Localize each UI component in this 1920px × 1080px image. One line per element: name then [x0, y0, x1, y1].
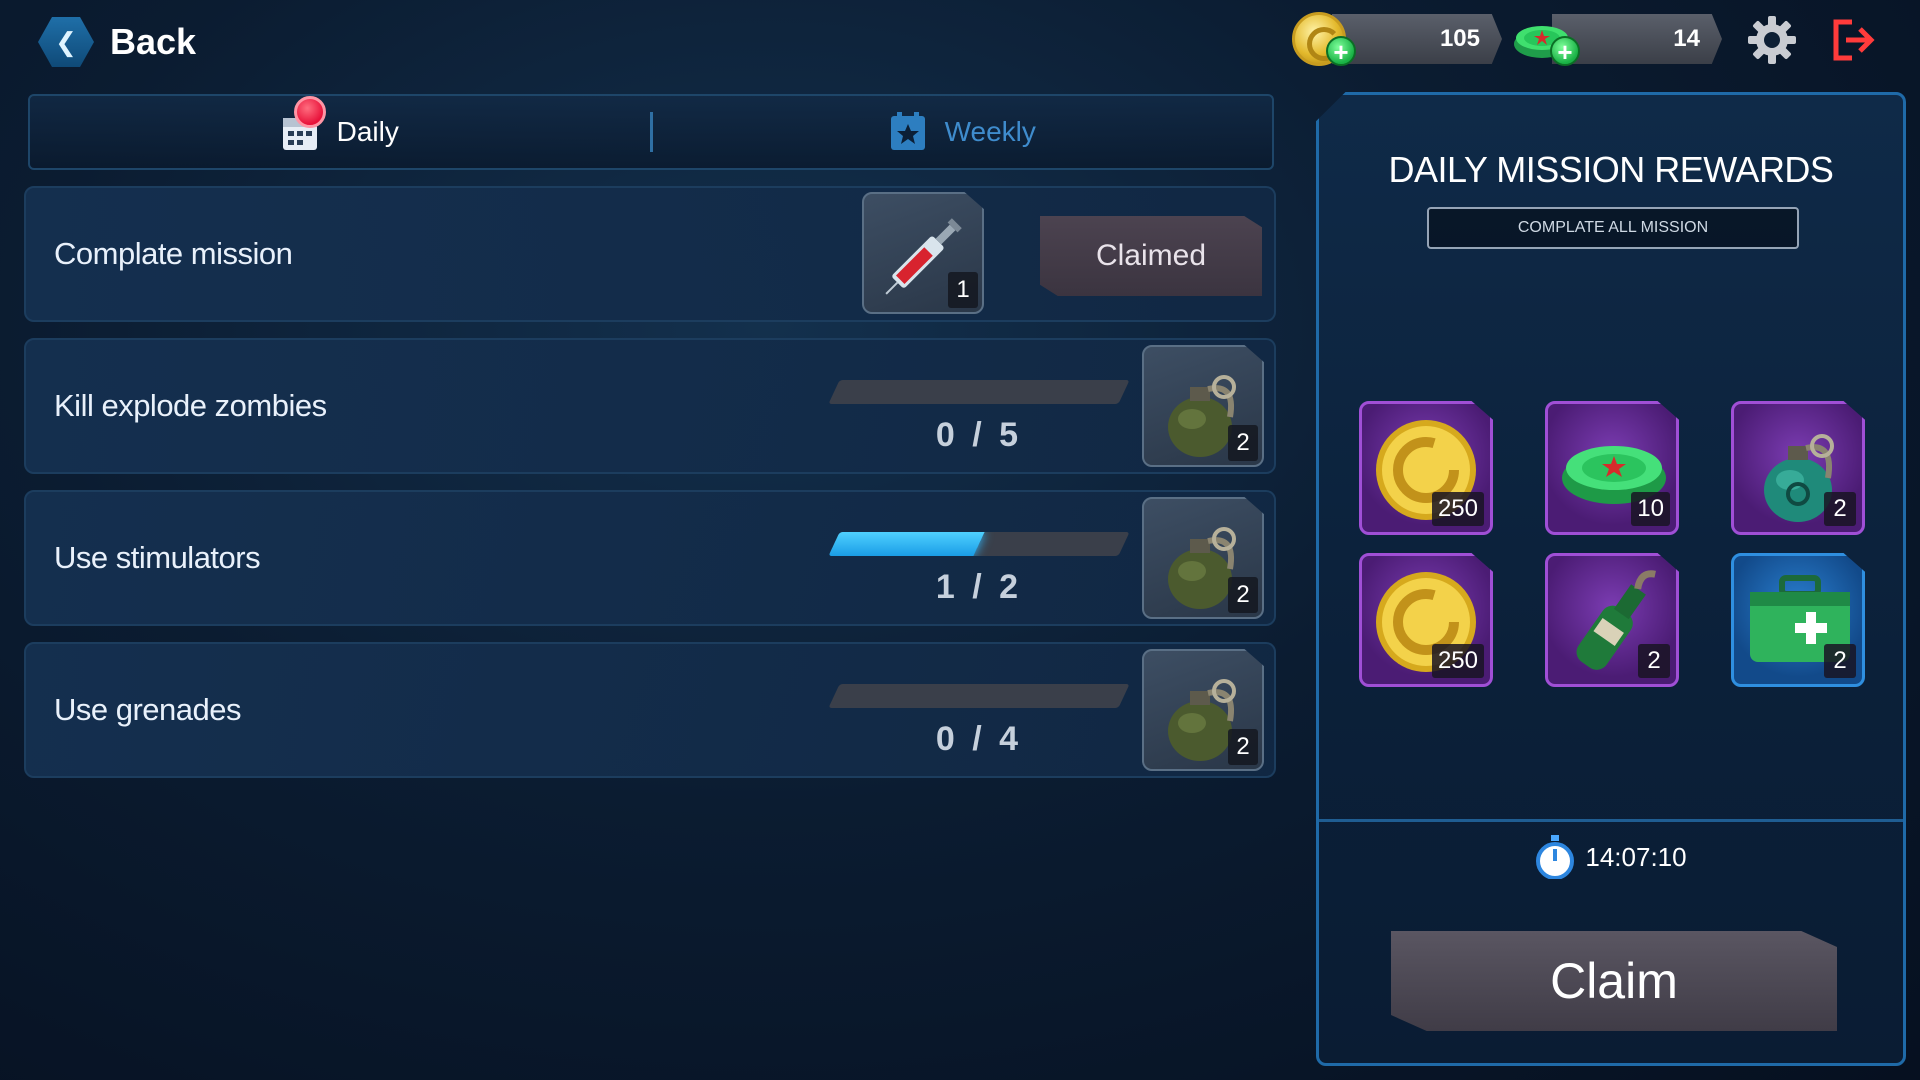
mission-title: Complate mission: [54, 236, 293, 271]
progress-fill: [828, 684, 840, 708]
progress-text: 1 / 2: [935, 568, 1023, 606]
reward-quantity: 10: [1631, 492, 1670, 526]
mission-title: Use stimulators: [54, 540, 261, 575]
reward-quantity: 2: [1228, 425, 1258, 461]
gear-icon[interactable]: [1746, 14, 1798, 66]
reward-quantity: 2: [1228, 729, 1258, 765]
mission-title: Use grenades: [54, 692, 242, 727]
panel-title: DAILY MISSION REWARDS: [1388, 149, 1834, 190]
progress-text: 0 / 4: [935, 720, 1023, 758]
tab-daily[interactable]: Daily: [30, 96, 650, 168]
panel-subtitle: COMPLATE ALL MISSION: [1427, 207, 1799, 249]
reward-item-coin[interactable]: 250: [1359, 553, 1493, 687]
reward-quantity: 2: [1824, 492, 1856, 526]
claimed-button[interactable]: Claimed: [1040, 216, 1262, 296]
back-button[interactable]: ❮ Back: [38, 14, 196, 70]
chevron-left-icon: ❮: [38, 17, 94, 67]
tab-weekly-label: Weekly: [944, 116, 1036, 147]
reset-timer: 14:07:10: [1319, 835, 1903, 879]
back-label: Back: [110, 21, 197, 62]
notification-dot: [294, 96, 326, 128]
progress-bar: [828, 380, 1130, 404]
mission-title: Kill explode zombies: [54, 388, 327, 423]
coin-amount: 105: [1439, 25, 1480, 52]
progress-fill: [828, 380, 840, 404]
stopwatch-icon: [1536, 835, 1575, 879]
reward-item-medkit[interactable]: 2: [1731, 553, 1865, 687]
star-calendar-icon: [890, 112, 925, 150]
mission-tabs: Daily Weekly: [28, 94, 1274, 170]
reward-quantity: 250: [1431, 644, 1484, 678]
mission-reward[interactable]: 2: [1142, 649, 1264, 771]
logout-icon[interactable]: [1830, 16, 1878, 64]
progress-bar: [828, 532, 1130, 556]
reward-item-bottle-cap[interactable]: 10: [1545, 401, 1679, 535]
mission-reward[interactable]: 2: [1142, 345, 1264, 467]
mission-reward[interactable]: 1: [862, 192, 984, 314]
cap-counter: + 14: [1512, 12, 1732, 66]
reward-item-coin[interactable]: 250: [1359, 401, 1493, 535]
timer-text: 14:07:10: [1585, 841, 1687, 872]
reward-quantity: 2: [1228, 577, 1258, 613]
reward-quantity: 1: [948, 272, 978, 308]
reward-quantity: 250: [1431, 492, 1484, 526]
panel-divider: [1319, 819, 1903, 822]
mission-row: Kill explode zombies 0 / 5 2: [24, 338, 1276, 474]
tab-weekly[interactable]: Weekly: [653, 96, 1273, 168]
claim-button[interactable]: Claim: [1391, 931, 1837, 1031]
tab-daily-label: Daily: [336, 116, 399, 147]
progress-bar: [828, 684, 1130, 708]
mission-row: Complate mission 1 Claimed: [24, 186, 1276, 322]
rewards-panel: DAILY MISSION REWARDS COMPLATE ALL MISSI…: [1316, 92, 1906, 1066]
progress-fill: [828, 532, 985, 556]
reward-item-bio-grenade[interactable]: 2: [1731, 401, 1865, 535]
mission-row: Use grenades 0 / 4 2: [24, 642, 1276, 778]
cap-amount: 14: [1673, 25, 1700, 52]
add-coins-button[interactable]: +: [1326, 36, 1356, 66]
mission-row: Use stimulators 1 / 2 2: [24, 490, 1276, 626]
mission-reward[interactable]: 2: [1142, 497, 1264, 619]
coin-counter: + 105: [1292, 12, 1512, 66]
reward-item-molotov[interactable]: 2: [1545, 553, 1679, 687]
add-caps-button[interactable]: +: [1550, 36, 1580, 66]
progress-text: 0 / 5: [935, 416, 1023, 454]
reward-quantity: 2: [1824, 644, 1856, 678]
reward-quantity: 2: [1638, 644, 1670, 678]
